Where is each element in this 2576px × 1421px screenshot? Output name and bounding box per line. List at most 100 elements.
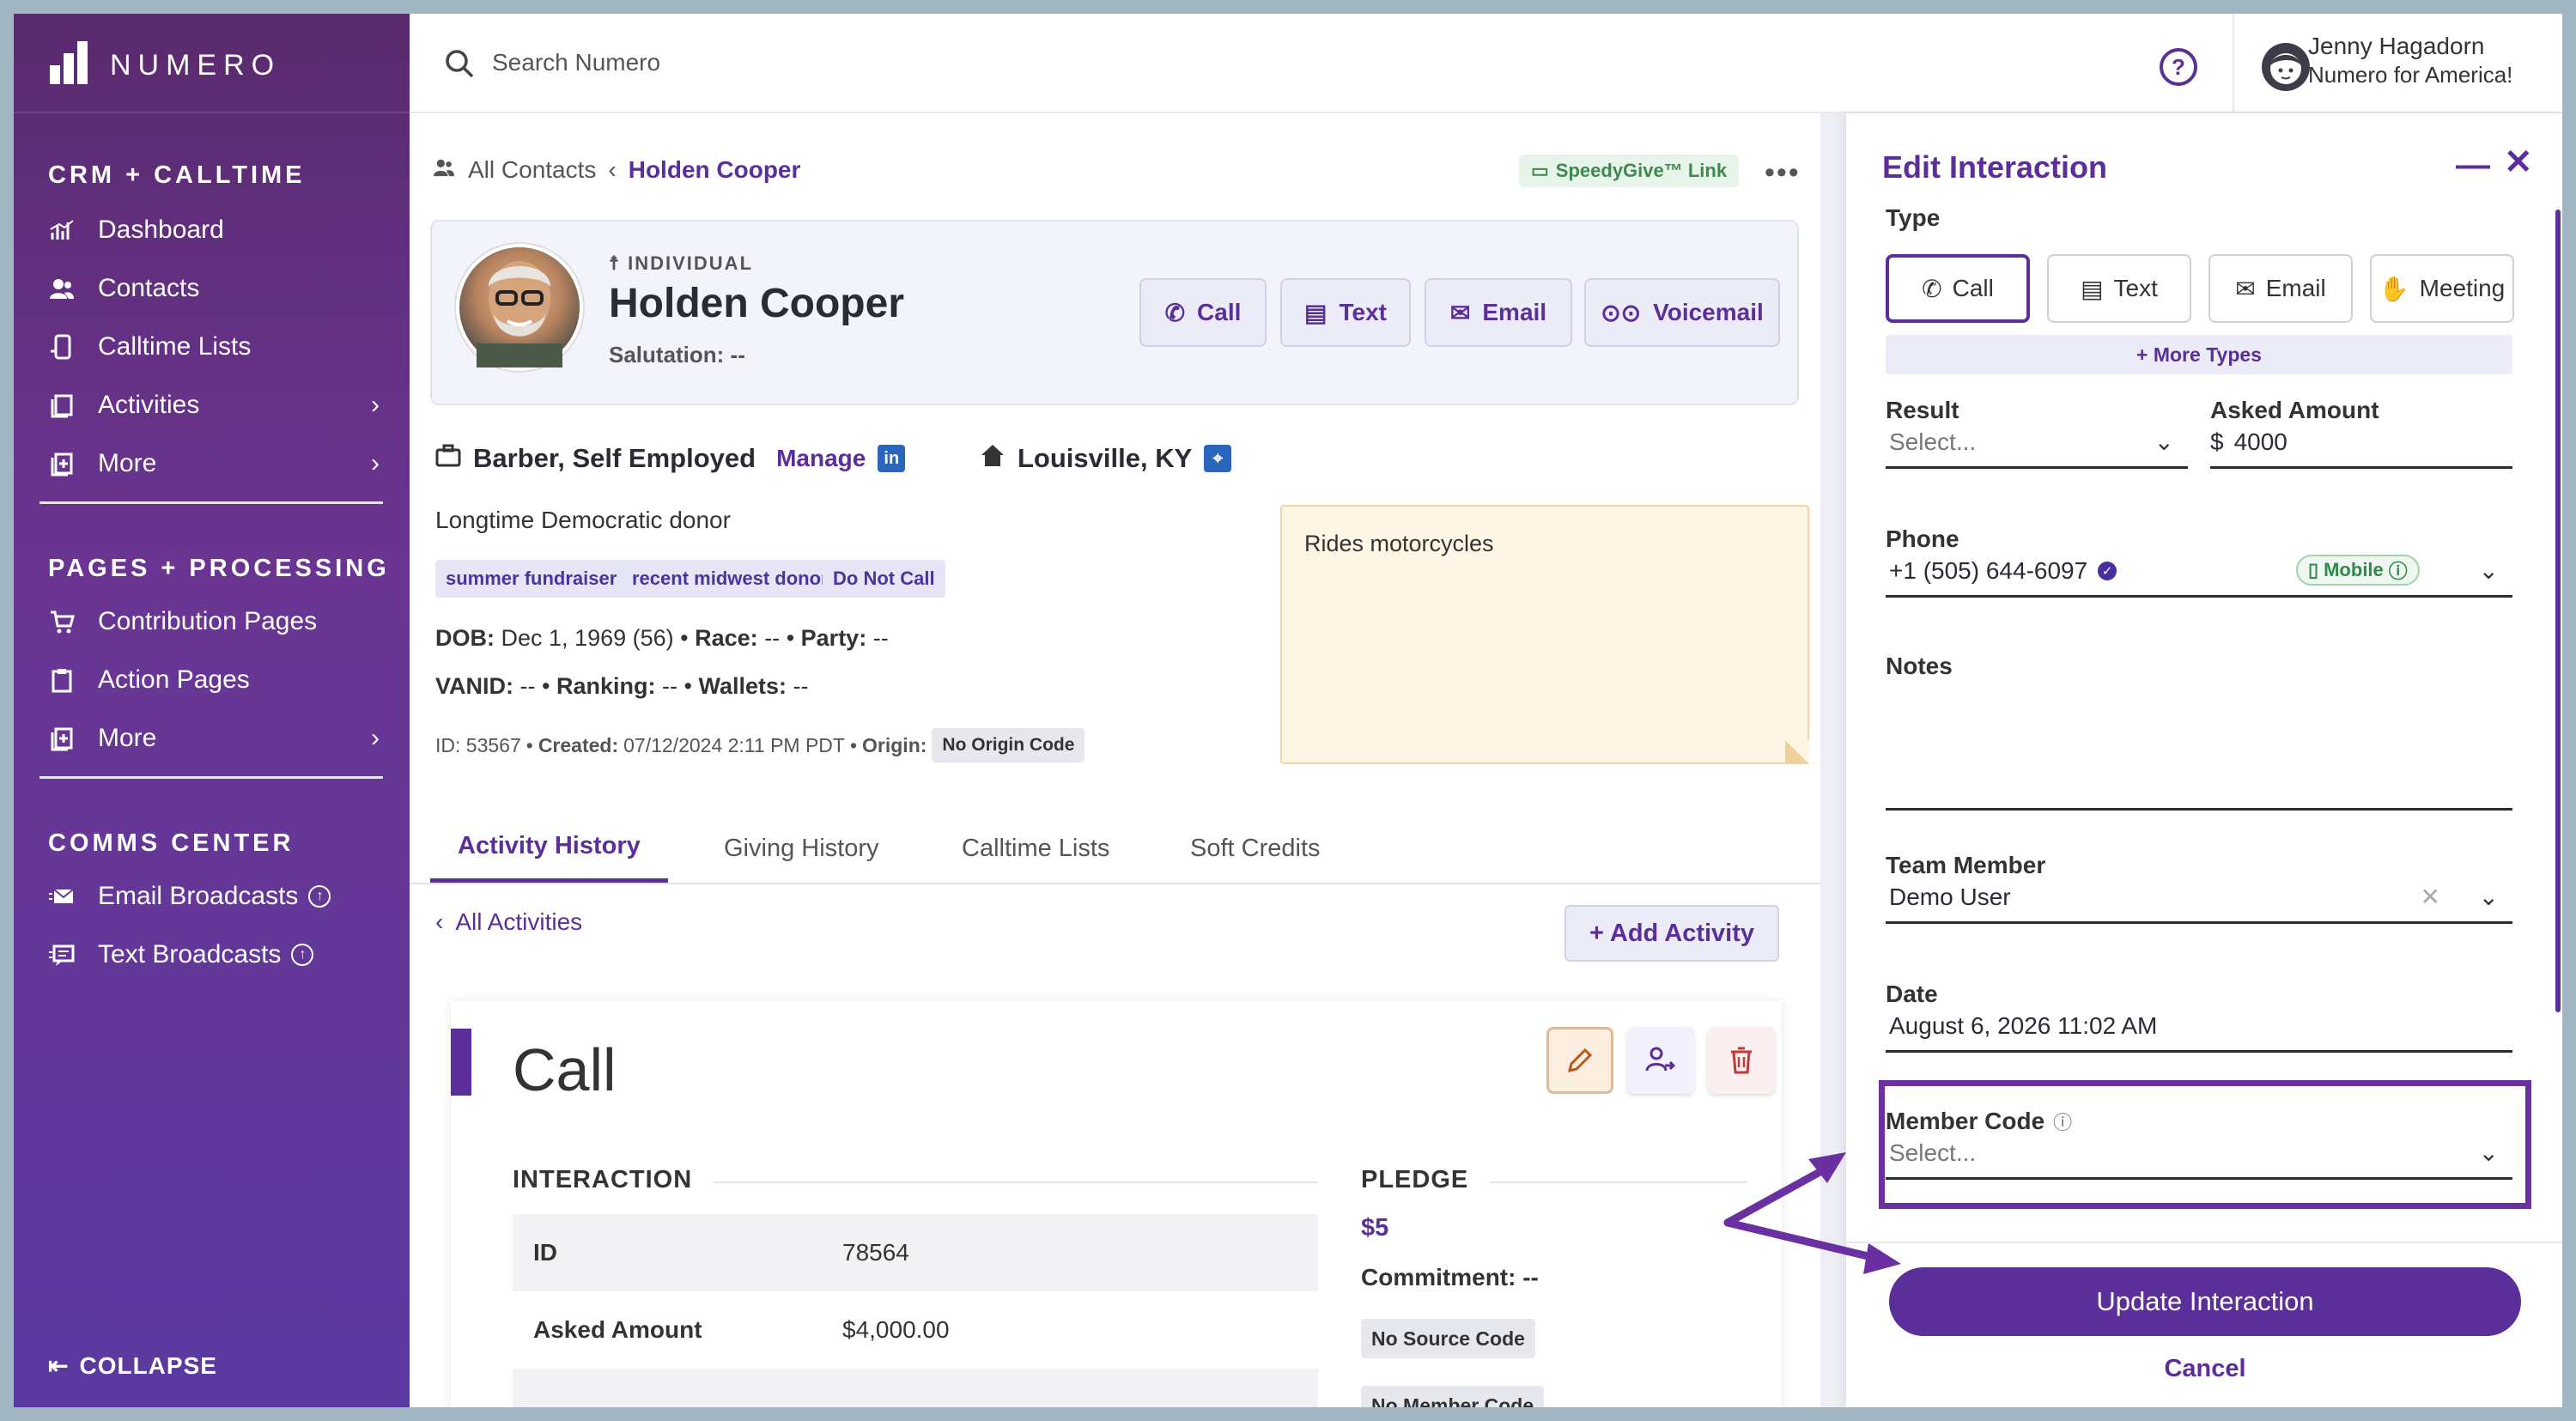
result-select[interactable]: Select... ⌄ <box>1886 417 2188 469</box>
sidebar-item-calltime-lists[interactable]: Calltime Lists <box>48 323 392 371</box>
row-label: Asked Amount <box>533 1316 702 1343</box>
created-value: 07/12/2024 2:11 PM PDT <box>623 733 845 756</box>
message-icon: ▤ <box>1304 299 1327 326</box>
type-meeting-button[interactable]: ✋ Meeting <box>2370 254 2514 323</box>
separator-dot: • <box>680 625 689 651</box>
speedygive-link[interactable]: ▭ SpeedyGive™ Link <box>1519 155 1740 187</box>
commitment: Commitment: -- <box>1361 1264 1539 1290</box>
sidebar-item-text-broadcasts[interactable]: Text Broadcasts ↑ <box>48 931 392 979</box>
note-fold <box>1785 740 1809 764</box>
date-input[interactable]: August 6, 2026 11:02 AM <box>1886 1001 2512 1053</box>
drawer-footer-divider <box>1846 1242 2562 1243</box>
cart-icon <box>48 608 76 635</box>
user-organization: Numero for America! <box>2308 62 2513 88</box>
collapse-button[interactable]: ⇤ COLLAPSE <box>48 1351 217 1380</box>
call-button[interactable]: ✆ Call <box>1139 278 1267 347</box>
sticky-note[interactable]: Rides motorcycles <box>1280 505 1809 764</box>
sidebar-item-more-crm[interactable]: More › <box>48 440 392 488</box>
section-title-pages: PAGES + PROCESSING <box>48 555 390 582</box>
sidebar-item-label: Dashboard <box>98 216 224 244</box>
minimize-icon[interactable]: — <box>2456 146 2490 185</box>
message-icon: ▤ <box>2081 275 2104 302</box>
asked-amount-input[interactable]: $ 4000 <box>2210 417 2512 469</box>
source-code-badge: No Source Code <box>1361 1319 1535 1358</box>
text-button[interactable]: ▤ Text <box>1280 278 1411 347</box>
tab-calltime-lists[interactable]: Calltime Lists <box>962 814 1109 883</box>
result-placeholder: Select... <box>1889 428 1977 455</box>
brand-logo[interactable]: NUMERO <box>50 39 281 91</box>
search-icon <box>446 50 474 78</box>
sidebar-item-more-pages[interactable]: More › <box>48 714 392 762</box>
chevron-right-icon: › <box>371 449 380 477</box>
type-email-button[interactable]: ✉ Email <box>2208 254 2353 323</box>
email-button[interactable]: ✉ Email <box>1425 278 1572 347</box>
voicemail-button[interactable]: ⊙⊙ Voicemail <box>1584 278 1780 347</box>
cancel-button[interactable]: Cancel <box>1889 1351 2521 1386</box>
map-link-icon[interactable]: ⌖ <box>1204 445 1232 472</box>
call-button-label: Call <box>1197 299 1242 325</box>
team-member-select[interactable]: Demo User ✕ ⌄ <box>1886 872 2512 924</box>
update-interaction-button[interactable]: Update Interaction <box>1889 1267 2521 1336</box>
home-icon <box>980 443 1005 474</box>
type-text-button[interactable]: ▤ Text <box>2047 254 2191 323</box>
reassign-button[interactable] <box>1627 1027 1694 1094</box>
drawer-title: Edit Interaction <box>1882 149 2108 185</box>
contact-id: ID: 53567 <box>435 733 521 756</box>
sidebar: NUMERO CRM + CALLTIME Dashboard Contacts… <box>14 14 410 1407</box>
breadcrumb-all-contacts[interactable]: All Contacts <box>468 156 596 184</box>
phone-select[interactable]: +1 (505) 644-6097 ✓ ▯ Mobile ⓘ ⌄ <box>1886 546 2512 598</box>
tag-chip[interactable]: Do Not Call <box>823 560 945 598</box>
tab-soft-credits[interactable]: Soft Credits <box>1190 814 1321 883</box>
contact-header-card: ☨ INDIVIDUAL Holden Cooper Salutation: -… <box>430 220 1799 405</box>
edit-button[interactable] <box>1546 1027 1613 1094</box>
add-activity-button[interactable]: + Add Activity <box>1564 905 1779 962</box>
sidebar-item-activities[interactable]: Activities › <box>48 381 392 429</box>
asked-amount-value: 4000 <box>2233 428 2287 455</box>
sidebar-item-contacts[interactable]: Contacts <box>48 264 392 313</box>
pledge-heading: PLEDGE <box>1361 1166 1469 1193</box>
vanid-value: -- <box>519 673 536 699</box>
help-icon[interactable]: ? <box>2160 48 2197 86</box>
more-icon <box>48 725 76 752</box>
separator-dot: • <box>683 673 692 699</box>
sidebar-header-divider <box>14 112 410 113</box>
table-row: ID 78564 <box>513 1214 1318 1291</box>
delete-button[interactable] <box>1708 1027 1775 1094</box>
type-call-button[interactable]: ✆ Call <box>1886 254 2030 323</box>
edit-interaction-drawer: Edit Interaction — ✕ Type ✆ Call ▤ Text … <box>1846 113 2562 1407</box>
phone-icon: ✆ <box>1922 275 1942 302</box>
breadcrumb: All Contacts ‹ Holden Cooper <box>432 156 800 184</box>
linkedin-icon[interactable]: in <box>878 445 906 472</box>
search-input[interactable] <box>492 41 1265 84</box>
more-types-button[interactable]: + More Types <box>1886 335 2512 374</box>
user-menu[interactable]: Jenny Hagadorn Numero for America! <box>2233 14 2562 113</box>
contact-tabs: Activity History Giving History Calltime… <box>410 814 1820 884</box>
tag-chip[interactable]: recent midwest donor <box>622 560 839 598</box>
more-options-icon[interactable]: ••• <box>1765 156 1801 190</box>
tab-activity-history[interactable]: Activity History <box>430 814 668 883</box>
sidebar-item-action-pages[interactable]: Action Pages <box>48 656 392 704</box>
notes-textarea[interactable] <box>1886 690 2512 811</box>
close-icon[interactable]: ✕ <box>2504 143 2533 182</box>
chevron-down-icon: ⌄ <box>2154 428 2174 455</box>
chevron-right-icon: › <box>371 391 380 419</box>
sidebar-item-contribution-pages[interactable]: Contribution Pages <box>48 598 392 646</box>
manage-link[interactable]: Manage <box>776 445 866 472</box>
sidebar-item-label: Activities <box>98 391 200 419</box>
top-bar: ? Jenny Hagadorn Numero for America! <box>410 14 2562 113</box>
tab-giving-history[interactable]: Giving History <box>724 814 879 883</box>
currency-symbol: $ <box>2210 428 2224 455</box>
sidebar-item-email-broadcasts[interactable]: Email Broadcasts ↑ <box>48 872 392 920</box>
section-title-comms: COMMS CENTER <box>48 829 295 857</box>
section-divider <box>1490 1181 1747 1183</box>
drawer-scrollbar[interactable] <box>2555 210 2561 1012</box>
party-label: Party: <box>800 625 867 651</box>
sidebar-item-label: More <box>98 449 157 477</box>
sidebar-item-dashboard[interactable]: Dashboard <box>48 206 392 254</box>
collapse-label: COLLAPSE <box>79 1351 217 1379</box>
tag-chip[interactable]: summer fundraiser <box>435 560 628 598</box>
all-activities-link[interactable]: ‹ All Activities <box>435 908 582 936</box>
origin-label: Origin: <box>862 733 927 756</box>
separator-dot: • <box>786 625 795 651</box>
clear-icon[interactable]: ✕ <box>2421 883 2440 911</box>
